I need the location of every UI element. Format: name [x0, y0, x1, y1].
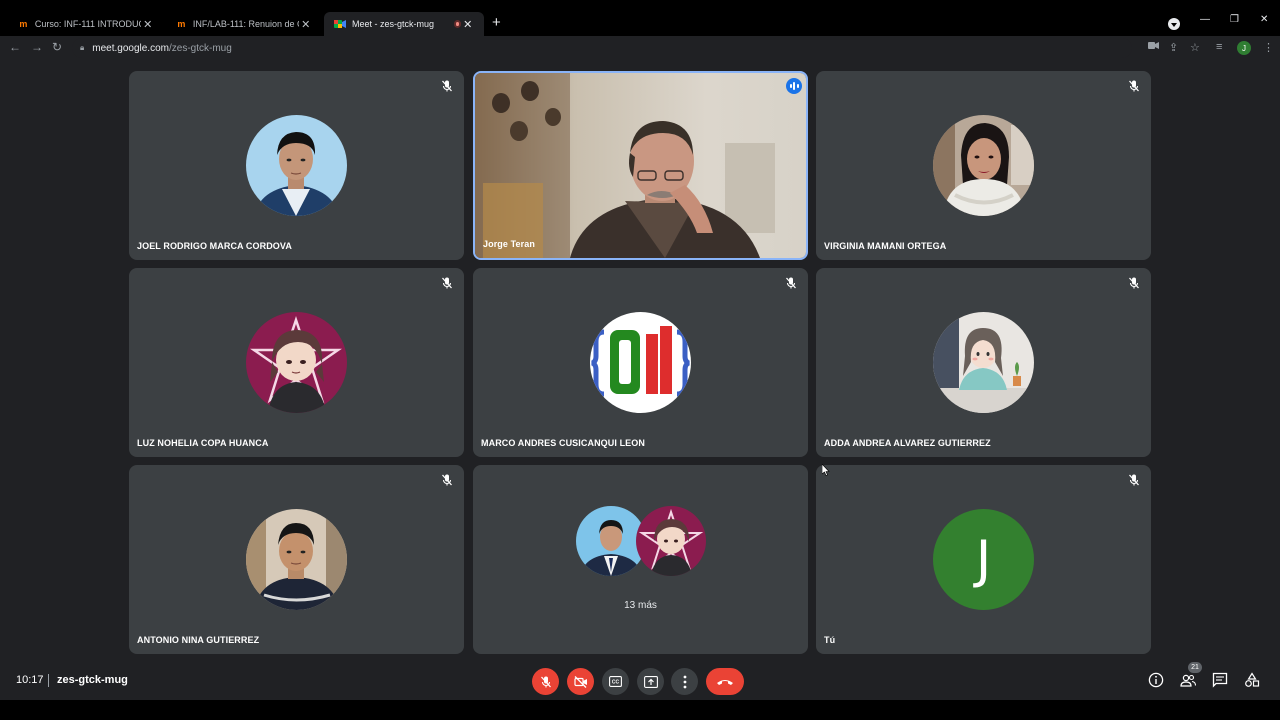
meeting-details-icon[interactable]: [1148, 672, 1164, 688]
browser-toolbar: ← → ↻ 🔒︎ meet.google.com/zes-gtck-mug ⇪ …: [0, 36, 1280, 60]
mic-off-icon: [786, 277, 796, 289]
moodle-icon: m: [19, 19, 28, 29]
participant-name: JOEL RODRIGO MARCA CORDOVA: [137, 241, 292, 251]
participant-name: LUZ NOHELIA COPA HUANCA: [137, 438, 269, 448]
mic-off-icon: [540, 676, 551, 687]
participant-avatar: [590, 312, 691, 413]
participant-tile[interactable]: JOEL RODRIGO MARCA CORDOVA: [129, 71, 464, 260]
lock-icon: 🔒︎: [80, 43, 85, 52]
camera-in-use-icon[interactable]: [1148, 41, 1159, 53]
meeting-clock: 10:17: [16, 674, 44, 686]
mic-off-icon: [1129, 277, 1139, 289]
mic-off-icon: [1129, 474, 1139, 486]
bookmark-star-icon[interactable]: ☆: [1190, 41, 1200, 54]
close-tab-icon[interactable]: ✕: [461, 18, 474, 31]
mic-off-icon: [442, 80, 452, 92]
captions-button[interactable]: CC: [602, 668, 629, 695]
participant-tile[interactable]: ADDA ANDREA ALVAREZ GUTIERREZ: [816, 268, 1151, 457]
tab-inf-lab-111[interactable]: m INF/LAB-111: Renuion de Clases ✕: [166, 12, 322, 36]
self-initial-avatar: J: [933, 509, 1034, 610]
participant-name: Tú: [824, 635, 836, 645]
participant-name: ANTONIO NINA GUTIERREZ: [137, 635, 260, 645]
moodle-icon: m: [177, 19, 186, 29]
mic-off-icon: [442, 474, 452, 486]
divider: [48, 674, 49, 687]
participant-avatar: [933, 115, 1034, 216]
profile-avatar[interactable]: J: [1237, 41, 1251, 55]
more-options-button[interactable]: [671, 668, 698, 695]
tab-meet[interactable]: Meet - zes-gtck-mug ✕: [324, 12, 484, 36]
close-tab-icon[interactable]: ✕: [299, 18, 312, 31]
participant-tile[interactable]: ANTONIO NINA GUTIERREZ: [129, 465, 464, 654]
leave-call-button[interactable]: [706, 668, 744, 695]
meeting-code: zes-gtck-mug: [57, 674, 128, 686]
camera-off-icon: [573, 675, 587, 688]
forward-icon[interactable]: →: [31, 40, 43, 54]
hangup-icon: [717, 679, 733, 685]
restore-icon[interactable]: ❐: [1230, 14, 1239, 25]
participant-name: MARCO ANDRES CUSICANQUI LEON: [481, 438, 645, 448]
tab-title: Meet - zes-gtck-mug: [352, 19, 435, 29]
letterbox-bottom: [0, 700, 1280, 720]
captions-icon: CC: [609, 676, 622, 687]
activities-icon[interactable]: [1244, 672, 1260, 688]
back-icon[interactable]: ←: [9, 40, 21, 54]
browser-menu-icon[interactable]: ⋮: [1263, 41, 1274, 54]
chat-icon[interactable]: [1212, 672, 1228, 688]
meeting-stage: JOEL RODRIGO MARCA CORDOVA Jorge Teran V…: [0, 60, 1280, 660]
url-path: /zes-gtck-mug: [168, 42, 232, 54]
browser-tab-strip: m Curso: INF-111 INTRODUCCIÓN ✕ m INF/LA…: [0, 0, 1280, 36]
meet-icon: [334, 18, 346, 30]
toggle-camera-button[interactable]: [567, 668, 594, 695]
participant-avatar: [933, 312, 1034, 413]
people-icon[interactable]: [1180, 672, 1196, 688]
participant-name: VIRGINIA MAMANI ORTEGA: [824, 241, 947, 251]
participant-name: ADDA ANDREA ALVAREZ GUTIERREZ: [824, 438, 991, 448]
more-participants-tile[interactable]: 13 más: [473, 465, 808, 654]
address-bar[interactable]: 🔒︎ meet.google.com/zes-gtck-mug: [72, 38, 1132, 58]
close-tab-icon[interactable]: ✕: [141, 18, 154, 31]
participant-tile[interactable]: LUZ NOHELIA COPA HUANCA: [129, 268, 464, 457]
participant-avatar: [246, 312, 347, 413]
present-screen-button[interactable]: [637, 668, 664, 695]
participant-video: [475, 73, 806, 258]
participant-avatar: [636, 506, 706, 576]
media-queue-icon[interactable]: ≡: [1216, 41, 1222, 53]
participant-tile[interactable]: VIRGINIA MAMANI ORTEGA: [816, 71, 1151, 260]
share-icon[interactable]: ⇪: [1169, 41, 1178, 54]
window-close-icon[interactable]: ✕: [1260, 14, 1268, 25]
mic-off-icon: [442, 277, 452, 289]
present-icon: [643, 675, 658, 688]
tab-search-icon[interactable]: [1168, 18, 1180, 30]
self-tile[interactable]: J Tú: [816, 465, 1151, 654]
mic-off-icon: [1129, 80, 1139, 92]
url-host: meet.google.com: [92, 42, 169, 54]
people-count-badge: 21: [1188, 662, 1202, 673]
tab-title: INF/LAB-111: Renuion de Clases: [192, 19, 300, 29]
participant-avatar: [246, 115, 347, 216]
svg-text:CC: CC: [612, 680, 620, 686]
participant-video-tile[interactable]: Jorge Teran: [473, 71, 808, 260]
toggle-mic-button[interactable]: [532, 668, 559, 695]
recording-indicator-icon: [453, 20, 462, 28]
tab-title: Curso: INF-111 INTRODUCCIÓN: [34, 19, 142, 29]
more-icon: [683, 675, 686, 688]
speaking-indicator-icon: [786, 78, 802, 94]
minimize-icon[interactable]: —: [1200, 14, 1210, 25]
more-participants-count: 13 más: [624, 600, 657, 611]
participant-avatar: [246, 509, 347, 610]
tab-inf111-course[interactable]: m Curso: INF-111 INTRODUCCIÓN ✕: [8, 12, 164, 36]
new-tab-button[interactable]: +: [492, 14, 501, 31]
reload-icon[interactable]: ↻: [52, 40, 62, 54]
participant-name: Jorge Teran: [483, 239, 535, 249]
mouse-cursor-icon: [822, 464, 830, 476]
participant-tile[interactable]: MARCO ANDRES CUSICANQUI LEON: [473, 268, 808, 457]
meeting-controls-bar: 10:17 zes-gtck-mug CC 21: [0, 660, 1280, 700]
